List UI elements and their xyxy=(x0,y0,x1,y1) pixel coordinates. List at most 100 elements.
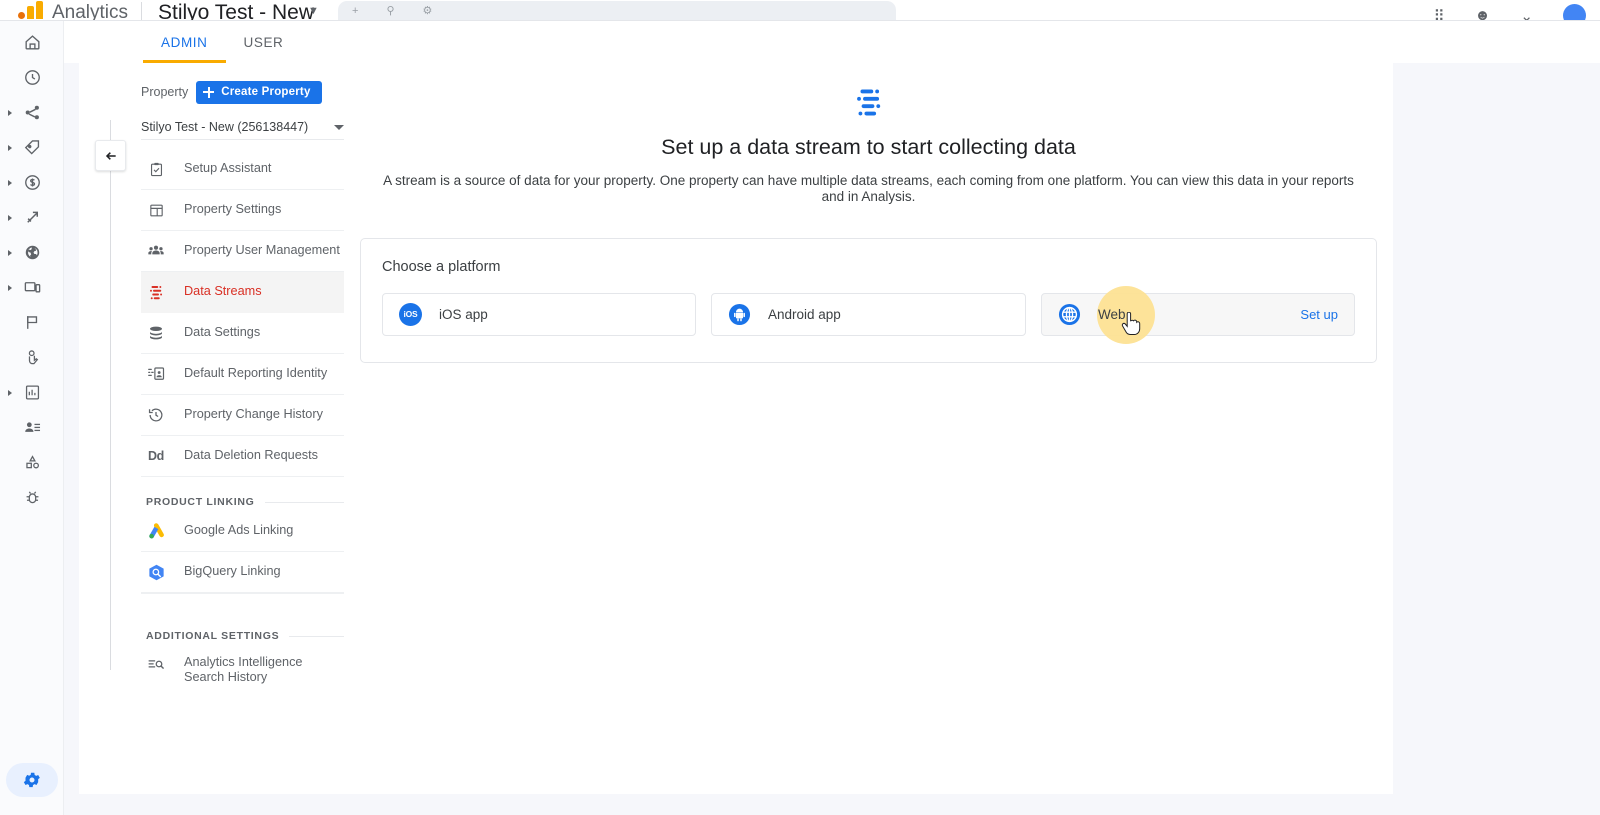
rail-item-engagement[interactable] xyxy=(0,130,64,165)
menu-item-data-streams[interactable]: Data Streams xyxy=(141,272,344,313)
audiences-person-icon xyxy=(24,422,40,432)
ios-icon: iOS xyxy=(399,302,422,326)
setup-link[interactable]: Set up xyxy=(1300,307,1338,322)
tab-user[interactable]: USER xyxy=(226,21,302,63)
notifications-icon[interactable]: ⌄ xyxy=(1520,7,1533,21)
choose-platform-heading: Choose a platform xyxy=(382,258,501,275)
additional-settings-header: ADDITIONAL SETTINGS xyxy=(141,630,344,642)
rail-item-tech[interactable] xyxy=(0,270,64,305)
menu-item-google-ads-linking[interactable]: Google Ads Linking xyxy=(141,511,344,552)
menu-item-property-user-management[interactable]: Property User Management xyxy=(141,231,344,272)
chevron-right-icon xyxy=(8,109,12,116)
chevron-right-icon xyxy=(8,214,12,221)
rail-item-acquisition[interactable] xyxy=(0,95,64,130)
menu-item-label: Data Streams xyxy=(184,284,262,299)
chevron-right-icon xyxy=(8,249,12,256)
create-property-label: Create Property xyxy=(221,86,311,98)
menu-item-property-change-history[interactable]: Property Change History xyxy=(141,395,344,436)
back-arrow-icon xyxy=(105,151,116,160)
property-header: Property Create Property xyxy=(141,80,344,104)
collapse-column-button[interactable] xyxy=(95,140,126,171)
gear-icon xyxy=(23,772,40,788)
chevron-right-icon xyxy=(8,144,12,151)
menu-item-default-reporting-identity[interactable]: Default Reporting Identity xyxy=(141,354,344,395)
rail-item-events[interactable] xyxy=(0,305,64,340)
property-menu: Setup Assistant Property Settings Proper… xyxy=(141,149,344,689)
platform-options: iOS iOS app Android app Web Set up xyxy=(382,285,1355,344)
admin-tabs: ADMIN USER xyxy=(64,21,1600,63)
tech-devices-icon xyxy=(24,282,40,293)
rail-item-shapes[interactable] xyxy=(0,445,64,480)
section-rule xyxy=(289,635,344,637)
page-description: A stream is a source of data for your pr… xyxy=(383,173,1354,205)
product-name: Analytics xyxy=(52,2,129,21)
menu-item-label: Default Reporting Identity xyxy=(184,366,328,381)
menu-item-label: Property Settings xyxy=(184,202,282,217)
search-input[interactable]: + ⚲ ⚙ xyxy=(338,1,896,20)
google-analytics-logo[interactable] xyxy=(18,1,43,19)
menu-item-label: Setup Assistant xyxy=(184,161,272,176)
menu-item-bigquery-linking[interactable]: BigQuery Linking xyxy=(141,552,344,593)
rail-item-demographics[interactable] xyxy=(0,235,64,270)
tab-admin[interactable]: ADMIN xyxy=(143,21,226,63)
menu-item-data-settings[interactable]: Data Settings xyxy=(141,313,344,354)
create-property-button[interactable]: Create Property xyxy=(196,80,322,104)
section-label: PRODUCT LINKING xyxy=(146,496,255,508)
rail-item-debug[interactable] xyxy=(0,480,64,515)
demographics-globe-icon xyxy=(25,245,39,260)
rail-item-settings[interactable] xyxy=(6,763,58,797)
shapes-icon xyxy=(25,455,39,469)
analysis-report-icon xyxy=(25,385,39,400)
rail-item-audiences[interactable] xyxy=(0,410,64,445)
page-title: Set up a data stream to start collecting… xyxy=(661,135,1076,159)
data-streams-icon xyxy=(856,89,880,116)
platform-option-label: Android app xyxy=(768,306,841,322)
header-actions: ⠿ ☻ ⌄ xyxy=(1434,4,1586,21)
menu-item-label: Property Change History xyxy=(184,407,323,422)
acquisition-share-icon xyxy=(25,105,39,120)
chevron-right-icon xyxy=(8,179,12,186)
left-nav-rail xyxy=(0,21,64,815)
monetization-dollar-icon xyxy=(24,175,40,190)
chevron-down-icon[interactable]: ▼ xyxy=(308,5,319,17)
plus-icon: + xyxy=(352,4,359,17)
home-icon xyxy=(24,35,40,50)
data-streams-icon xyxy=(146,283,166,301)
menu-item-property-settings[interactable]: Property Settings xyxy=(141,190,344,231)
events-flag-icon xyxy=(26,316,37,329)
property-label: Property xyxy=(141,85,189,99)
rail-item-realtime[interactable] xyxy=(0,60,64,95)
menu-item-label: BigQuery Linking xyxy=(184,564,281,579)
support-icon[interactable]: ☻ xyxy=(1475,7,1491,20)
rail-item-home[interactable] xyxy=(0,25,64,60)
dd-icon: Dd xyxy=(147,449,165,463)
column-divider xyxy=(110,120,111,670)
rail-item-monetization[interactable] xyxy=(0,165,64,200)
product-linking-header: PRODUCT LINKING xyxy=(141,496,344,508)
chevron-right-icon xyxy=(8,389,12,396)
rail-item-conversions[interactable] xyxy=(0,340,64,375)
property-selector-value: Stilyo Test - New (256138447) xyxy=(141,120,309,134)
retention-arrow-icon xyxy=(26,211,38,223)
property-column: Property Create Property Stilyo Test - N… xyxy=(141,80,344,689)
menu-item-analytics-intelligence-search-history[interactable]: Analytics Intelligence Search History xyxy=(141,645,344,689)
rail-item-analysis[interactable] xyxy=(0,375,64,410)
menu-item-data-deletion-requests[interactable]: Dd Data Deletion Requests xyxy=(141,436,344,477)
hero-icon-wrap xyxy=(360,85,1377,119)
bigquery-icon xyxy=(146,563,166,582)
property-selector[interactable]: Stilyo Test - New (256138447) xyxy=(141,115,344,140)
platform-option-android[interactable]: Android app xyxy=(711,292,1026,336)
main-content: Set up a data stream to start collecting… xyxy=(360,85,1377,363)
realtime-clock-icon xyxy=(24,70,40,85)
avatar[interactable] xyxy=(1563,4,1586,20)
platform-option-ios[interactable]: iOS iOS app xyxy=(382,292,696,336)
menu-item-label: Data Settings xyxy=(184,325,261,340)
engagement-tag-icon xyxy=(24,140,39,155)
menu-item-setup-assistant[interactable]: Setup Assistant xyxy=(141,149,344,190)
rail-item-retention[interactable] xyxy=(0,200,64,235)
platform-option-web[interactable]: Web Set up xyxy=(1041,285,1355,344)
header-property-title[interactable]: Stilyo Test - New xyxy=(158,1,314,20)
layout-icon xyxy=(146,202,166,219)
menu-item-label: Property User Management xyxy=(184,243,340,258)
apps-icon[interactable]: ⠿ xyxy=(1434,7,1445,21)
